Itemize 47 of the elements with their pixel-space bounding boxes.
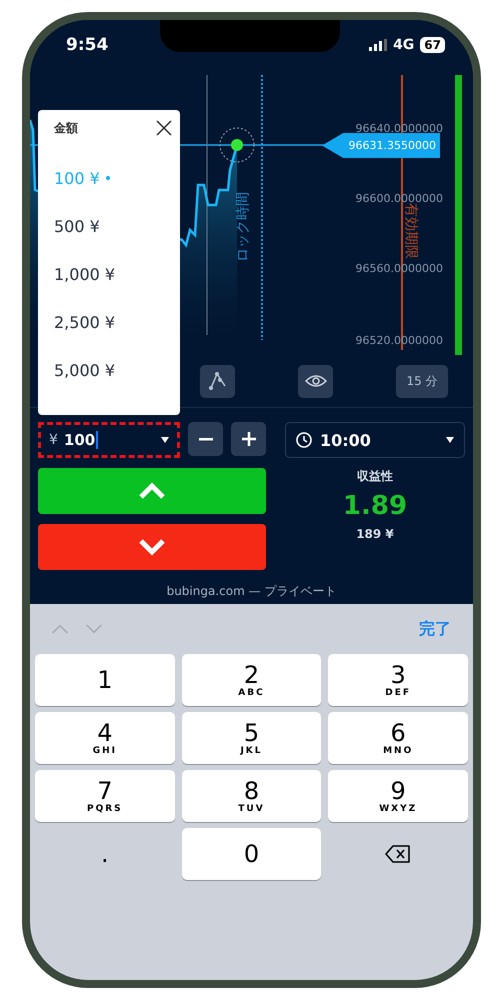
down-chevron-icon	[137, 538, 167, 556]
amount-option[interactable]: 5,000 ¥	[54, 346, 180, 394]
current-price: 96631.3550000	[348, 139, 436, 152]
keypad-key[interactable]: 8 TUV	[182, 770, 322, 822]
next-field-icon	[84, 623, 104, 635]
keypad-key[interactable]: 0	[182, 828, 322, 880]
keypad-key[interactable]: 7 PQRS	[35, 770, 175, 822]
decimal-key[interactable]: .	[35, 828, 175, 880]
previous-field-icon	[50, 623, 70, 635]
keypad-key[interactable]: 5 JKL	[182, 712, 322, 764]
increase-button[interactable]	[231, 422, 266, 456]
drawing-tool-button[interactable]	[200, 364, 235, 398]
eye-icon	[304, 374, 326, 388]
clock-icon	[296, 432, 312, 448]
up-chevron-icon	[137, 482, 167, 500]
amount-option[interactable]: 1,000 ¥	[54, 250, 180, 298]
status-time: 9:54	[66, 35, 108, 55]
dropdown-caret-icon	[446, 437, 454, 443]
network-type: 4G	[393, 37, 414, 53]
payout-label: 収益性	[357, 468, 393, 485]
payout-rate: 1.89	[342, 491, 408, 521]
battery-level: 67	[420, 37, 445, 53]
decrease-button[interactable]	[188, 422, 223, 456]
payout-amount: 189 ¥	[356, 527, 394, 541]
amount-option[interactable]: 2,500 ¥	[54, 298, 180, 346]
amount-field[interactable]: ¥ 100	[38, 422, 180, 458]
minus-icon	[198, 438, 212, 440]
timeframe-button[interactable]: 15 分	[396, 364, 448, 398]
keypad-key[interactable]: 1	[35, 654, 175, 706]
line-tool-icon	[208, 371, 228, 391]
dropdown-caret-icon	[161, 437, 169, 443]
keypad-key[interactable]: 9 WXYZ	[328, 770, 468, 822]
visibility-button[interactable]	[298, 364, 333, 398]
close-icon[interactable]	[156, 120, 172, 136]
plus-icon	[242, 432, 256, 446]
keypad-key[interactable]: 4 GHI	[35, 712, 175, 764]
keypad-key[interactable]: 3 DEF	[328, 654, 468, 706]
menu-title: 金額	[54, 120, 78, 136]
keypad-key[interactable]: 6 MNO	[328, 712, 468, 764]
keypad-key[interactable]: 2 ABC	[182, 654, 322, 706]
signal-icon	[369, 39, 388, 51]
site-address: bubinga.com — プライベート	[166, 582, 336, 600]
time-select[interactable]: 10:00	[285, 422, 465, 458]
amount-option[interactable]: 500 ¥	[54, 202, 180, 250]
lock-time-label: ロック時間	[234, 192, 252, 262]
expiry-label: 有効期限	[403, 203, 419, 259]
backspace-icon	[385, 844, 412, 864]
